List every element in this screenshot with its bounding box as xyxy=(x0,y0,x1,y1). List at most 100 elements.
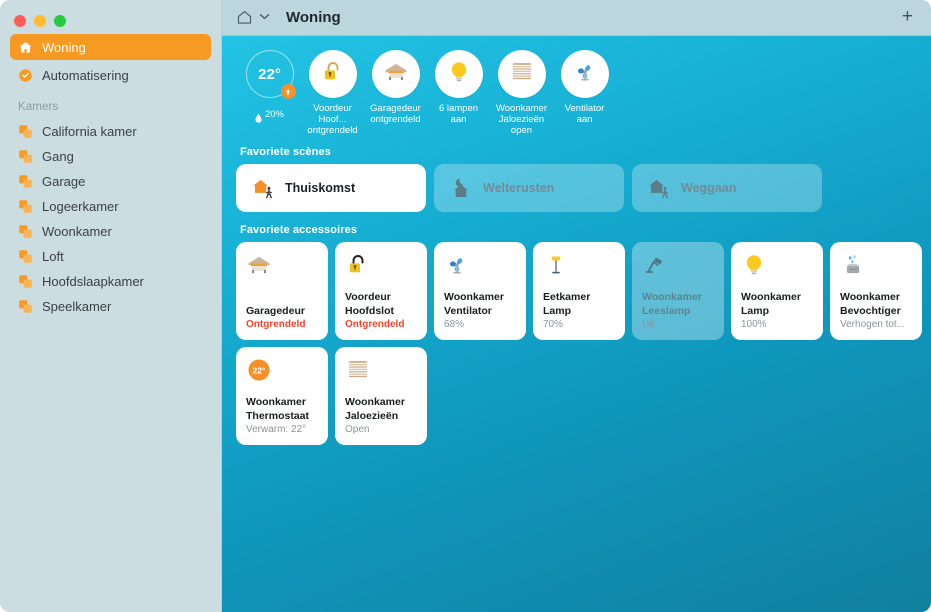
scene-label: Welterusten xyxy=(483,181,555,195)
status-icon-wrap xyxy=(497,50,546,98)
status-climate[interactable]: 22° 20% xyxy=(238,50,301,136)
sidebar-item-speelkamer[interactable]: Speelkamer xyxy=(10,294,211,319)
room-icon xyxy=(18,174,33,189)
accessory-state: Uit xyxy=(642,319,655,330)
accessories-section-title: Favoriete accessoires xyxy=(240,224,358,236)
room-icon xyxy=(18,224,33,239)
accessories-grid: Garagedeur Ontgrendeld Voordeur Hoofdslo… xyxy=(236,242,926,445)
sidebar-room-label: Loft xyxy=(42,249,64,264)
sidebar-item-california-kamer[interactable]: California kamer xyxy=(10,119,211,144)
accessory-card-woonkamer-thermostaat[interactable]: 22° Woonkamer Thermostaat Verwarm: 22° xyxy=(236,347,328,445)
arrow-up-icon xyxy=(280,84,296,99)
sidebar-room-label: Speelkamer xyxy=(42,299,112,314)
status-climate-sub: 20% xyxy=(255,103,284,126)
status-icon-wrap xyxy=(371,50,420,98)
sidebar-room-label: Logeerkamer xyxy=(42,199,119,214)
temperature-value: 22° xyxy=(258,65,281,83)
accessory-text: Woonkamer Thermostaat Verwarm: 22° xyxy=(246,395,318,436)
scene-card-welterusten[interactable]: Welterusten xyxy=(434,164,624,212)
accessory-text: Woonkamer Bevochtiger Verhogen tot... xyxy=(840,290,912,331)
blinds-icon xyxy=(509,59,535,90)
room-icon xyxy=(18,199,33,214)
status-label: Ventilator aan xyxy=(564,103,605,125)
room-icon xyxy=(18,149,33,164)
sidebar-item-woonkamer[interactable]: Woonkamer xyxy=(10,219,211,244)
accessory-text: Woonkamer Jaloezieën Open xyxy=(345,395,417,436)
accessory-text: Woonkamer Leeslamp Uit xyxy=(642,290,714,331)
status-icon-wrap xyxy=(308,50,357,98)
chevron-down-icon[interactable] xyxy=(259,12,270,23)
accessory-state: 100% xyxy=(741,319,767,330)
fan-icon xyxy=(572,59,598,90)
add-button[interactable]: + xyxy=(896,7,919,29)
sidebar-item-logeerkamer[interactable]: Logeerkamer xyxy=(10,194,211,219)
accessory-text: Garagedeur Ontgrendeld xyxy=(246,304,318,332)
minimize-button[interactable] xyxy=(34,14,46,27)
fan-icon xyxy=(444,252,470,278)
sidebar-item-woning[interactable]: Woning xyxy=(10,34,211,60)
accessory-text: Voordeur Hoofdslot Ontgrendeld xyxy=(345,290,417,331)
accessory-name: Voordeur Hoofdslot xyxy=(345,291,394,317)
sidebar-room-label: Gang xyxy=(42,149,74,164)
sidebar-item-garage[interactable]: Garage xyxy=(10,169,211,194)
status-icon-wrap xyxy=(434,50,483,98)
sidebar-item-hoofdslaapkamer[interactable]: Hoofdslaapkamer xyxy=(10,269,211,294)
status-label: Woonkamer Jaloezieën open xyxy=(495,103,548,136)
automation-icon xyxy=(18,68,33,83)
status-label: Voordeur Hoof... ontgrendeld xyxy=(307,103,358,136)
accessory-state: Open xyxy=(345,424,370,435)
sidebar-rooms-list: California kamer Gang Garage Logeerkamer… xyxy=(0,119,221,319)
garage-door-icon xyxy=(383,59,409,90)
status-fan[interactable]: Ventilator aan xyxy=(553,50,616,136)
status-lights[interactable]: 6 lampen aan xyxy=(427,50,490,136)
accessory-card-garagedeur[interactable]: Garagedeur Ontgrendeld xyxy=(236,242,328,340)
humidifier-icon xyxy=(840,252,866,278)
sidebar-room-label: California kamer xyxy=(42,124,137,139)
home-icon xyxy=(18,40,33,55)
close-button[interactable] xyxy=(14,14,26,27)
accessory-name: Garagedeur xyxy=(246,304,305,317)
sidebar-item-gang[interactable]: Gang xyxy=(10,144,211,169)
blinds-icon xyxy=(345,357,371,383)
garage-door-icon xyxy=(246,252,272,278)
accessory-card-eetkamer-lamp[interactable]: Eetkamer Lamp 70% xyxy=(533,242,625,340)
zoom-button[interactable] xyxy=(54,14,66,27)
lock-open-icon xyxy=(320,59,346,90)
accessory-state: Ontgrendeld xyxy=(246,319,306,330)
status-garage-door[interactable]: Garagedeur ontgrendeld xyxy=(364,50,427,136)
toolbar: Woning + xyxy=(222,0,931,36)
lightbulb-icon xyxy=(446,59,472,90)
house-leaving-icon xyxy=(646,175,672,201)
accessory-card-woonkamer-leeslamp[interactable]: Woonkamer Leeslamp Uit xyxy=(632,242,724,340)
status-front-door-lock[interactable]: Voordeur Hoof... ontgrendeld xyxy=(301,50,364,136)
scene-card-weggaan[interactable]: Weggaan xyxy=(632,164,822,212)
main-area: Woning + 22° 20% Voordeur Hoof... ontgre… xyxy=(222,0,931,612)
humidity-drop-icon xyxy=(255,103,262,126)
thermostat-icon: 22° xyxy=(246,357,272,383)
sidebar-item-loft[interactable]: Loft xyxy=(10,244,211,269)
accessory-card-woonkamer-lamp[interactable]: Woonkamer Lamp 100% xyxy=(731,242,823,340)
scene-card-thuiskomst[interactable]: Thuiskomst xyxy=(236,164,426,212)
home-outline-icon[interactable] xyxy=(236,9,253,26)
window-controls xyxy=(0,0,221,30)
status-icon-wrap xyxy=(560,50,609,98)
accessory-name: Woonkamer Lamp xyxy=(741,291,801,317)
temperature-dial: 22° xyxy=(245,50,296,99)
scenes-grid: Thuiskomst Welterusten Weggaan xyxy=(236,164,824,212)
accessory-name: Woonkamer Ventilator xyxy=(444,291,504,317)
sidebar-primary-list: Woning Automatisering xyxy=(0,30,221,88)
sidebar-section-header: Kamers xyxy=(18,101,59,113)
accessory-card-voordeur-hoofdslot[interactable]: Voordeur Hoofdslot Ontgrendeld xyxy=(335,242,427,340)
status-blinds[interactable]: Woonkamer Jaloezieën open xyxy=(490,50,553,136)
desk-lamp-icon xyxy=(642,252,668,278)
accessory-name: Woonkamer Jaloezieën xyxy=(345,396,405,422)
scene-label: Thuiskomst xyxy=(285,181,356,195)
accessory-text: Woonkamer Ventilator 68% xyxy=(444,290,516,331)
room-icon xyxy=(18,124,33,139)
accessory-card-woonkamer-bevochtiger[interactable]: Woonkamer Bevochtiger Verhogen tot... xyxy=(830,242,922,340)
moon-house-icon xyxy=(448,175,474,201)
accessory-card-woonkamer-ventilator[interactable]: Woonkamer Ventilator 68% xyxy=(434,242,526,340)
accessory-card-woonkamer-jaloezieen[interactable]: Woonkamer Jaloezieën Open xyxy=(335,347,427,445)
accessory-state: Ontgrendeld xyxy=(345,319,405,330)
sidebar-item-automatisering[interactable]: Automatisering xyxy=(10,62,211,88)
